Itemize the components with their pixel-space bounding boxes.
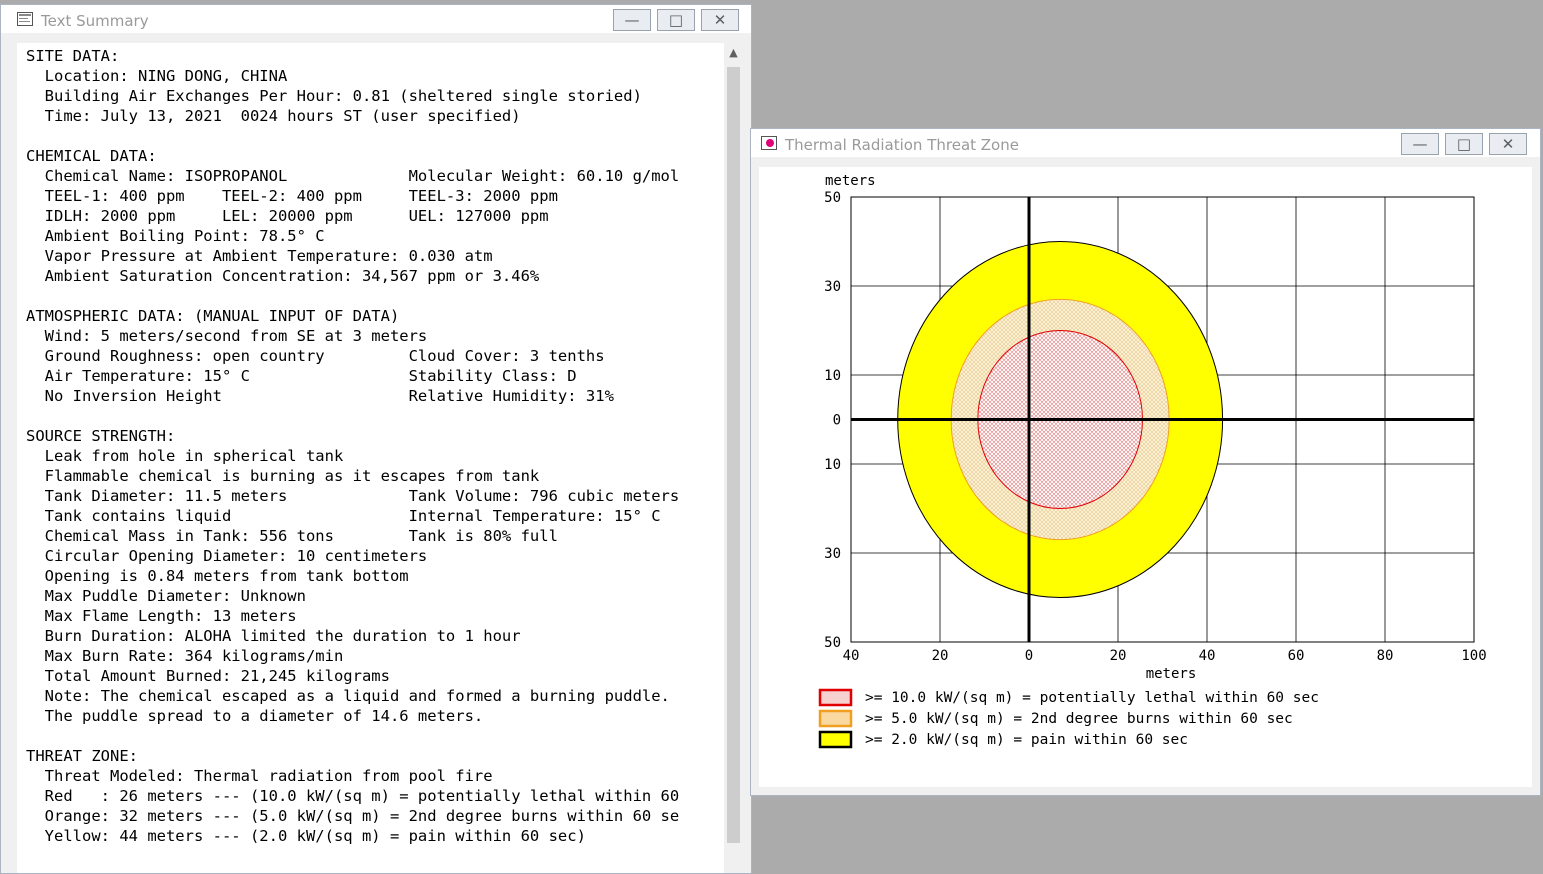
- minimize-icon: —: [624, 11, 640, 29]
- scrollbar-thumb[interactable]: [727, 67, 740, 843]
- legend-label: >= 5.0 kW/(sq m) = 2nd degree burns with…: [865, 711, 1293, 727]
- legend-swatch: [818, 688, 853, 707]
- threat-zone-window: Thermal Radiation Threat Zone — □ ✕ 40 2…: [750, 128, 1541, 796]
- summary-line: Tank Diameter: 11.5 meters Tank Volume: …: [26, 487, 680, 505]
- summary-line: [26, 726, 724, 746]
- legend-label: >= 10.0 kW/(sq m) = potentially lethal w…: [865, 690, 1319, 706]
- summary-line: CHEMICAL DATA:: [26, 147, 157, 165]
- minimize-icon: —: [1412, 135, 1428, 153]
- summary-line: Opening is 0.84 meters from tank bottom: [26, 567, 409, 585]
- y-tick-label: 0: [833, 413, 841, 429]
- summary-text: SITE DATA: Location: NING DONG, CHINA Bu…: [17, 43, 724, 846]
- maximize-button[interactable]: □: [657, 9, 695, 31]
- summary-line: Flammable chemical is burning as it esca…: [26, 467, 540, 485]
- summary-line: Leak from hole in spherical tank: [26, 447, 344, 465]
- summary-line: Wind: 5 meters/second from SE at 3 meter…: [26, 327, 428, 345]
- x-tick-label: 100: [1461, 648, 1486, 664]
- summary-line: Ground Roughness: open country Cloud Cov…: [26, 347, 605, 365]
- summary-line: Max Puddle Diameter: Unknown: [26, 587, 306, 605]
- summary-line: SITE DATA:: [26, 47, 120, 65]
- close-button[interactable]: ✕: [701, 9, 739, 31]
- summary-line: IDLH: 2000 ppm LEL: 20000 ppm UEL: 12700…: [26, 207, 549, 225]
- threat-zone-plot-area: 40 20 0 20 40 60 80 100 50 30 10 0 10 30 50 meters meter…: [759, 167, 1532, 787]
- minimize-button[interactable]: —: [1401, 133, 1439, 155]
- y-axis-label: meters: [825, 173, 876, 189]
- text-document-icon: [17, 12, 33, 26]
- y-tick-label: 10: [824, 368, 841, 384]
- y-tick-label: 10: [824, 457, 841, 473]
- threat-zone-app-icon: [761, 136, 777, 150]
- summary-line: Chemical Name: ISOPROPANOL Molecular Wei…: [26, 167, 680, 185]
- x-axis-label: meters: [1146, 666, 1197, 682]
- summary-line: Location: NING DONG, CHINA: [26, 67, 288, 85]
- summary-line: TEEL-1: 400 ppm TEEL-2: 400 ppm TEEL-3: …: [26, 187, 558, 205]
- x-tick-label: 80: [1377, 648, 1394, 664]
- threat-zone-chart: 40 20 0 20 40 60 80 1005030100103050metersmeter…: [818, 173, 1487, 749]
- threat-zone-title: Thermal Radiation Threat Zone: [785, 136, 1019, 154]
- summary-line: Max Burn Rate: 364 kilograms/min: [26, 647, 344, 665]
- close-button[interactable]: ✕: [1489, 133, 1527, 155]
- threat-zone-titlebar[interactable]: Thermal Radiation Threat Zone — □ ✕: [751, 129, 1540, 157]
- x-tick-label: 20: [932, 648, 949, 664]
- summary-line: Threat Modeled: Thermal radiation from p…: [26, 767, 493, 785]
- summary-line: Note: The chemical escaped as a liquid a…: [26, 687, 670, 705]
- y-tick-label: 50: [824, 635, 841, 651]
- summary-line: Building Air Exchanges Per Hour: 0.81 (s…: [26, 87, 642, 105]
- legend-label: >= 2.0 kW/(sq m) = pain within 60 sec: [865, 732, 1188, 748]
- legend-swatch: [818, 709, 853, 728]
- summary-line: Tank contains liquid Internal Temperatur…: [26, 507, 661, 525]
- summary-line: No Inversion Height Relative Humidity: 3…: [26, 387, 614, 405]
- maximize-button[interactable]: □: [1445, 133, 1483, 155]
- summary-line: Time: July 13, 2021 0024 hours ST (user …: [26, 107, 521, 125]
- legend-swatch: [818, 730, 853, 749]
- y-tick-label: 30: [824, 279, 841, 295]
- summary-line: [26, 406, 724, 426]
- summary-line: [26, 286, 724, 306]
- y-tick-label: 30: [824, 546, 841, 562]
- y-tick-label: 50: [824, 190, 841, 206]
- summary-line: Burn Duration: ALOHA limited the duratio…: [26, 627, 521, 645]
- text-summary-titlebar[interactable]: Text Summary — □ ✕: [1, 5, 751, 33]
- summary-line: Air Temperature: 15° C Stability Class: …: [26, 367, 577, 385]
- summary-line: The puddle spread to a diameter of 14.6 …: [26, 707, 484, 725]
- x-tick-label: 0: [1025, 648, 1033, 664]
- summary-line: Circular Opening Diameter: 10 centimeter…: [26, 547, 428, 565]
- minimize-button[interactable]: —: [613, 9, 651, 31]
- vertical-scrollbar[interactable]: ▲: [724, 43, 743, 873]
- summary-line: Orange: 32 meters --- (5.0 kW/(sq m) = 2…: [26, 807, 680, 825]
- summary-line: Red : 26 meters --- (10.0 kW/(sq m) = po…: [26, 787, 680, 805]
- summary-line: Chemical Mass in Tank: 556 tons Tank is …: [26, 527, 558, 545]
- text-summary-title: Text Summary: [41, 12, 149, 30]
- summary-line: THREAT ZONE:: [26, 747, 138, 765]
- summary-line: Max Flame Length: 13 meters: [26, 607, 297, 625]
- close-icon: ✕: [1501, 135, 1515, 153]
- x-tick-label: 20: [1110, 648, 1127, 664]
- x-tick-label: 60: [1288, 648, 1305, 664]
- summary-line: Total Amount Burned: 21,245 kilograms: [26, 667, 390, 685]
- summary-line: Vapor Pressure at Ambient Temperature: 0…: [26, 247, 493, 265]
- summary-line: Ambient Boiling Point: 78.5° C: [26, 227, 325, 245]
- scroll-up-icon[interactable]: ▲: [724, 43, 743, 63]
- summary-line: SOURCE STRENGTH:: [26, 427, 176, 445]
- summary-line: [26, 126, 724, 146]
- summary-text-area[interactable]: SITE DATA: Location: NING DONG, CHINA Bu…: [17, 43, 724, 873]
- summary-line: ATMOSPHERIC DATA: (MANUAL INPUT OF DATA): [26, 307, 400, 325]
- summary-line: Ambient Saturation Concentration: 34,567…: [26, 267, 540, 285]
- summary-line: Yellow: 44 meters --- (2.0 kW/(sq m) = p…: [26, 827, 586, 845]
- maximize-icon: □: [668, 11, 684, 29]
- x-tick-label: 40: [1199, 648, 1216, 664]
- x-tick-label: 40: [843, 648, 860, 664]
- text-summary-window: Text Summary — □ ✕ SITE DATA: Location: …: [0, 4, 752, 874]
- maximize-icon: □: [1456, 135, 1472, 153]
- close-icon: ✕: [713, 11, 727, 29]
